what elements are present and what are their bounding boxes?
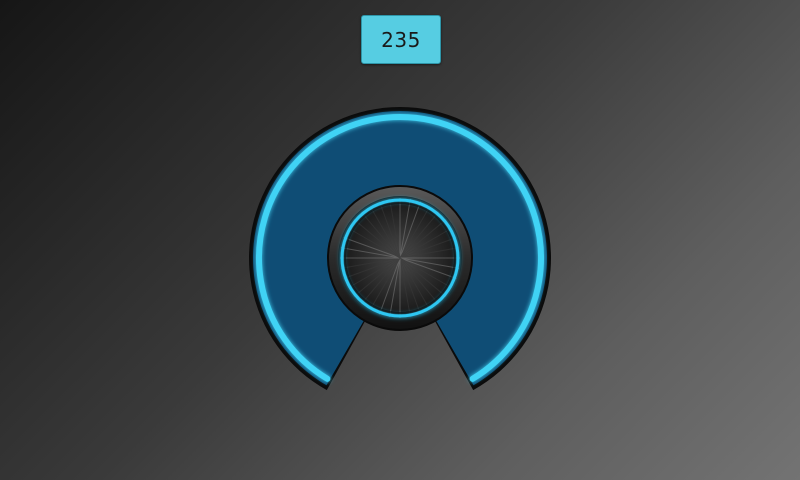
knob-cap[interactable] bbox=[327, 185, 473, 331]
rotary-knob-control[interactable] bbox=[0, 0, 800, 480]
